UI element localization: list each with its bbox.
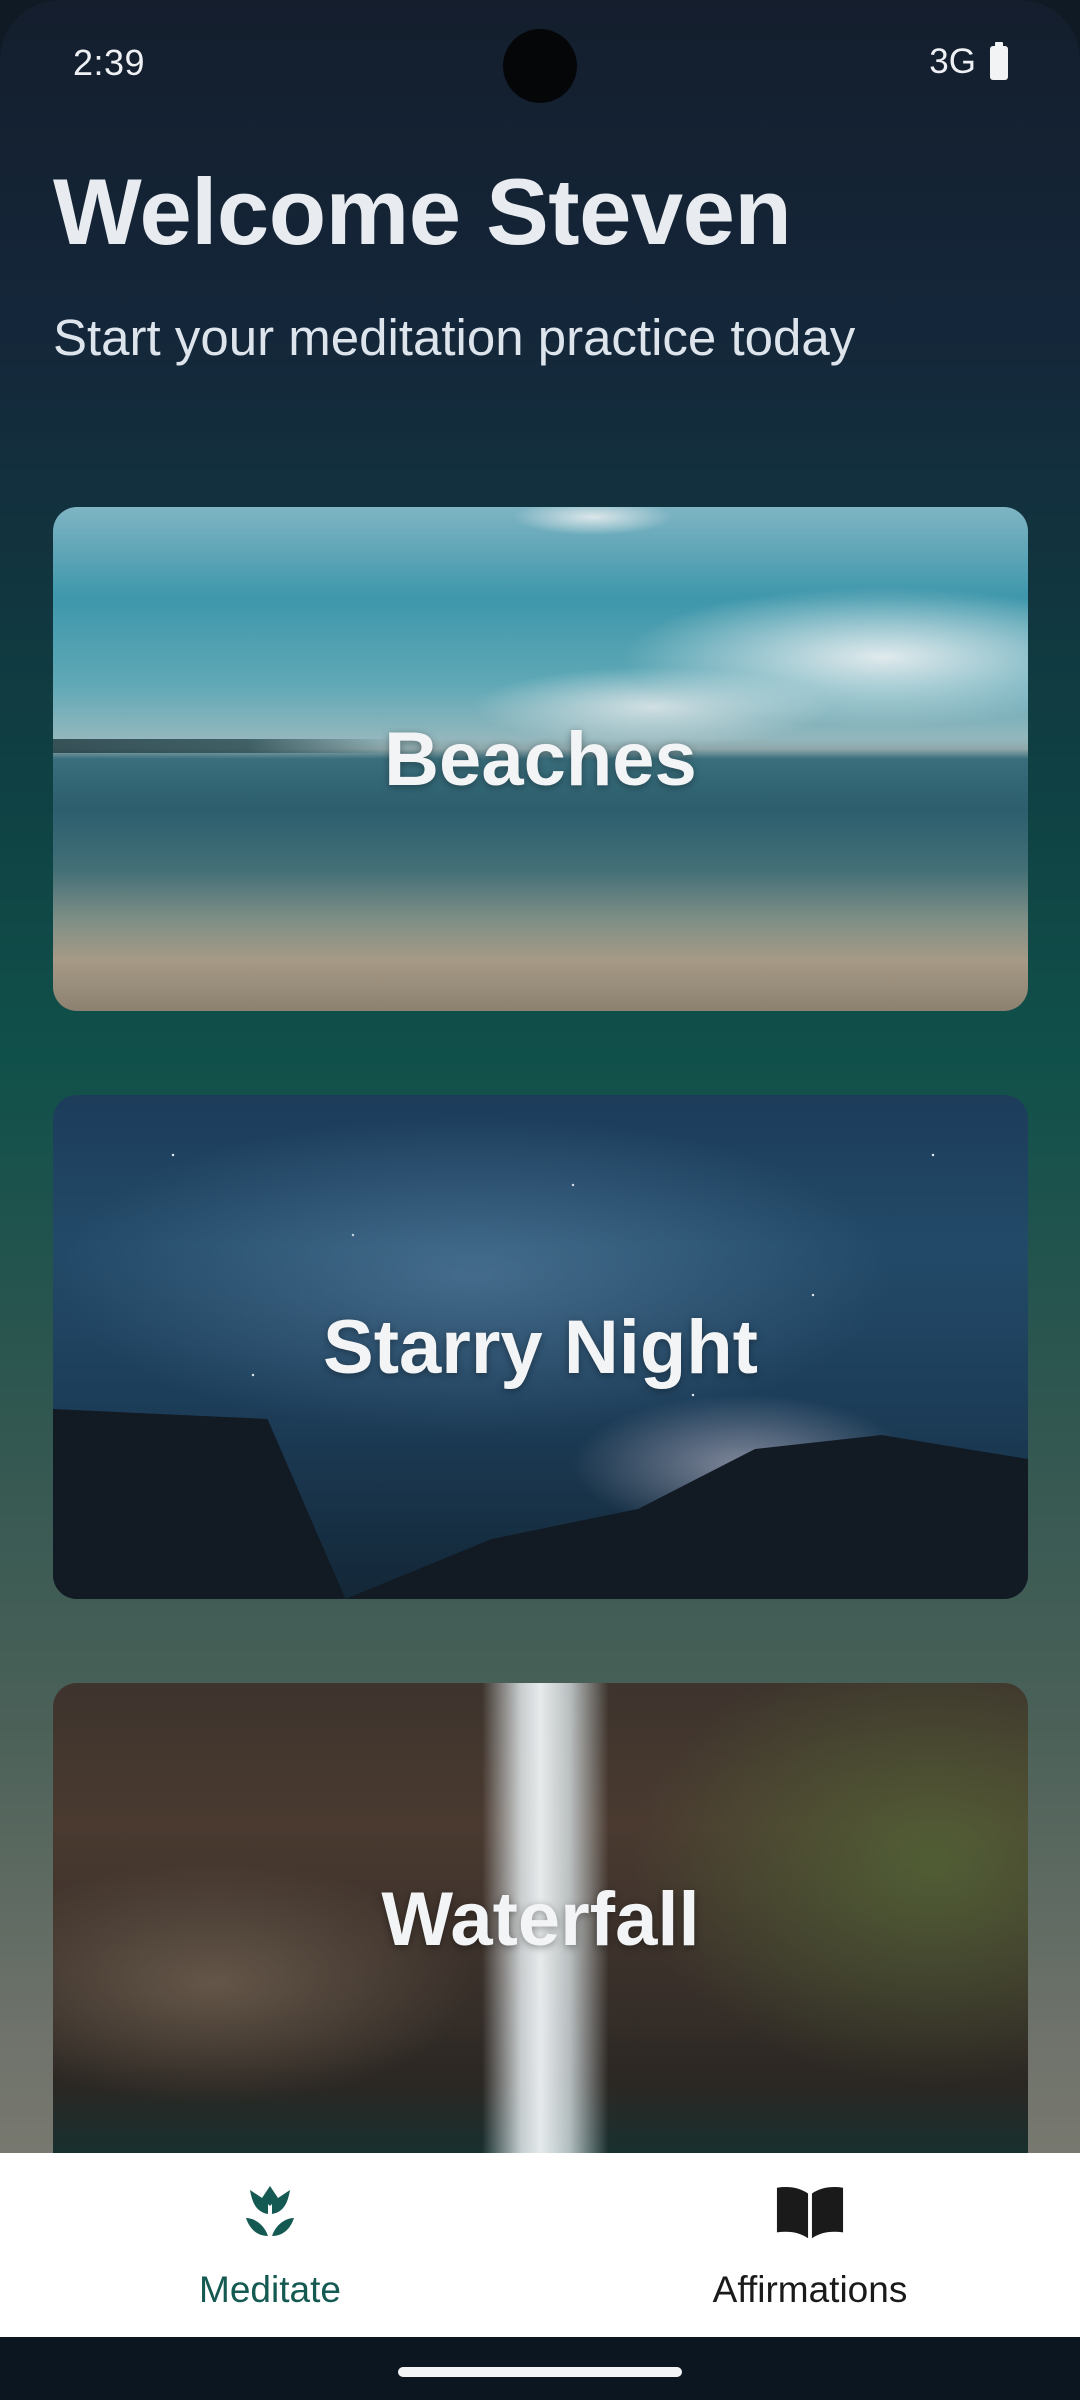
lotus-icon [235, 2177, 305, 2247]
camera-cutout [503, 29, 577, 103]
card-starry-night[interactable]: Starry Night [53, 1095, 1028, 1599]
home-gesture-handle[interactable] [398, 2367, 682, 2377]
network-type: 3G [929, 42, 976, 81]
status-time: 2:39 [73, 42, 146, 83]
page-subtitle: Start your meditation practice today [53, 309, 856, 366]
card-label: Waterfall [381, 1876, 700, 1962]
status-indicators: 3G [929, 42, 1008, 82]
card-beaches[interactable]: Beaches [53, 507, 1028, 1011]
page-title: Welcome Steven [53, 159, 792, 264]
open-book-icon [775, 2177, 845, 2247]
status-bar: 2:39 3G [0, 0, 1080, 130]
gesture-navigation-area [0, 2337, 1080, 2400]
nav-label-affirmations: Affirmations [712, 2269, 908, 2310]
meditation-home-screen: 2:39 3G Welcome Steven Start your medita… [0, 0, 1080, 2400]
bottom-navigation: Meditate Affirmations [0, 2153, 1080, 2337]
card-label: Beaches [384, 716, 697, 802]
nav-label-meditate: Meditate [199, 2269, 341, 2310]
nav-item-affirmations[interactable]: Affirmations [540, 2153, 1080, 2337]
card-waterfall[interactable]: Waterfall [53, 1683, 1028, 2155]
card-label: Starry Night [323, 1304, 758, 1390]
battery-full-icon [990, 42, 1008, 80]
nav-item-meditate[interactable]: Meditate [0, 2153, 540, 2337]
